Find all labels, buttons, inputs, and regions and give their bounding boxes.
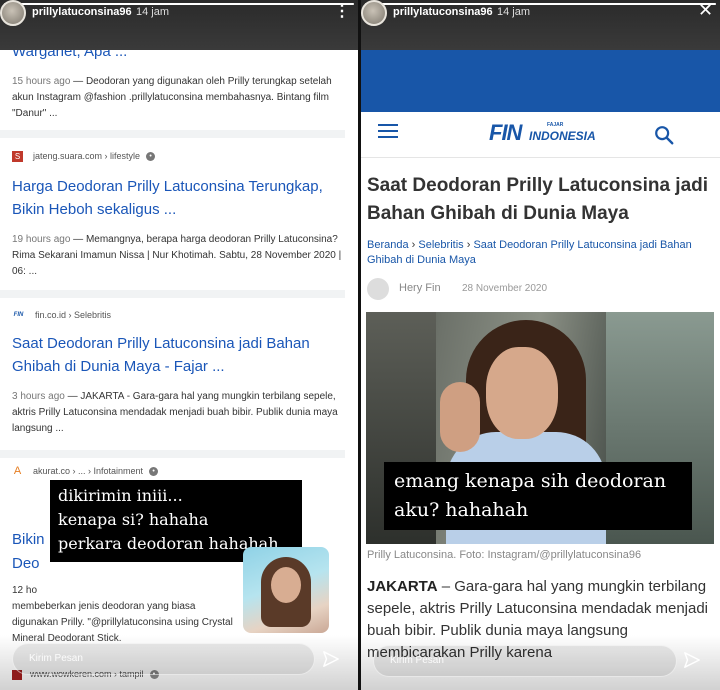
site-favicon-icon: FIN (13, 312, 24, 319)
story-time: 14 jam (497, 6, 531, 18)
result-date: 19 hours ago (12, 234, 71, 245)
avatar[interactable] (0, 0, 26, 26)
caption-line: kenapa si? hahaha (58, 510, 209, 529)
left-story-panel: Warganet, Apa ... 15 hours ago — Deodora… (0, 0, 358, 690)
result-snippet: 3 hours ago — JAKARTA - Gara-gara hal ya… (12, 389, 342, 437)
story-caption: emang kenapa sih deodoran aku? hahahah (384, 462, 692, 530)
result-title[interactable]: Harga Deodoran Prilly Latuconsina Terung… (12, 175, 332, 221)
story-header: prillylatuconsina96 14 jam ✕ (361, 0, 720, 50)
site-favicon-icon: S (12, 151, 23, 163)
send-icon[interactable] (683, 651, 701, 669)
message-input[interactable]: Kirim Pesan (373, 645, 677, 677)
breadcrumb-home[interactable]: Beranda (367, 239, 409, 251)
article-dateline: JAKARTA (367, 578, 438, 595)
avatar[interactable] (361, 0, 387, 26)
result-source: FIN fin.co.id › Selebritis (12, 310, 111, 321)
result-source-text: akurat.co › ... › Infotainment (33, 466, 144, 476)
photo-hand (440, 382, 480, 452)
send-icon[interactable] (322, 650, 340, 668)
logo-fajar: FAJAR (547, 122, 564, 128)
story-username[interactable]: prillylatuconsina96 (32, 6, 132, 18)
logo-indonesia: INDONESIA (529, 129, 596, 143)
result-source-text: fin.co.id › Selebritis (35, 310, 112, 320)
search-result[interactable]: FIN fin.co.id › Selebritis Saat Deodoran … (0, 298, 345, 450)
story-progress-fill (365, 3, 716, 5)
photo-caption: Prilly Latuconsina. Foto: Instagram/@pri… (367, 549, 642, 561)
author-avatar (367, 278, 389, 300)
result-source-text: jateng.suara.com › lifestyle (33, 151, 141, 161)
article-title: Saat Deodoran Prilly Latuconsina jadi Ba… (367, 175, 709, 224)
message-input[interactable]: Kirim Pesan (12, 643, 315, 675)
close-icon[interactable]: ✕ (698, 0, 713, 21)
caption-line: aku? hahahah (394, 499, 529, 521)
info-icon[interactable]: • (146, 152, 156, 162)
result-date: 15 hours ago (12, 76, 71, 87)
logo-fin: FIN (489, 120, 522, 145)
author-name[interactable]: Hery Fin (399, 282, 441, 294)
selfie-sticker (243, 547, 329, 633)
more-options-icon[interactable]: ⋮ (334, 1, 351, 21)
site-navbar: FIN FAJAR INDONESIA (361, 112, 720, 158)
caption-line: dikirimin iniii... (58, 486, 183, 505)
story-time: 14 jam (136, 6, 170, 18)
story-username[interactable]: prillylatuconsina96 (393, 6, 493, 18)
info-icon[interactable]: • (149, 467, 159, 477)
photo-face (486, 347, 558, 439)
search-icon[interactable] (653, 124, 675, 146)
result-date: 3 hours ago (12, 391, 65, 402)
sticker-face (271, 567, 301, 603)
result-snippet: 19 hours ago — Memangnya, berapa harga d… (12, 232, 342, 280)
result-snippet: 15 hours ago — Deodoran yang digunakan o… (12, 74, 342, 122)
article-date: 28 November 2020 (462, 283, 548, 294)
site-banner (361, 50, 720, 112)
caption-line: emang kenapa sih deodoran (394, 470, 667, 492)
story-progress-fill (4, 3, 354, 5)
search-result[interactable]: Sjateng.suara.com › lifestyle • Harga Deo… (0, 138, 345, 290)
hamburger-menu-icon[interactable] (378, 124, 398, 142)
breadcrumb: Beranda › Selebritis › Saat Deodoran Pri… (367, 238, 717, 268)
story-progress-bar (365, 3, 716, 5)
result-source: Aakurat.co › ... › Infotainment • (12, 465, 159, 478)
right-story-panel: FIN FAJAR INDONESIA Saat Deodoran Prilly… (361, 0, 720, 690)
site-favicon-icon: A (13, 465, 22, 478)
story-progress-bar (4, 3, 354, 5)
site-logo[interactable]: FIN FAJAR INDONESIA (489, 120, 596, 146)
result-title[interactable]: Saat Deodoran Prilly Latuconsina jadi Ba… (12, 332, 332, 378)
result-source: Sjateng.suara.com › lifestyle • (12, 151, 156, 163)
story-header: prillylatuconsina96 14 jam ⋮ (0, 0, 358, 50)
breadcrumb-section[interactable]: Selebritis (418, 239, 463, 251)
search-result[interactable]: Warganet, Apa ... 15 hours ago — Deodora… (0, 38, 345, 130)
